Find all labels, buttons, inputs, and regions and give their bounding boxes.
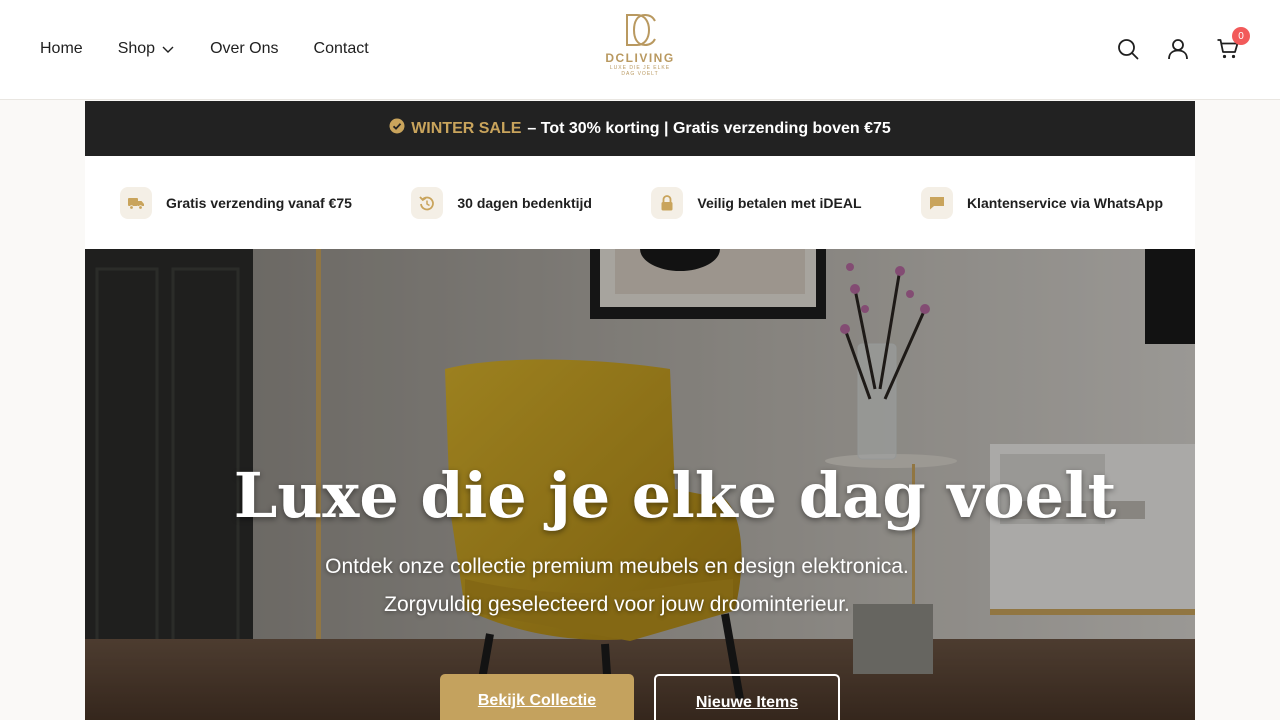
search-icon: [1118, 39, 1139, 60]
site-header: Home Shop Over Ons Contact DCLIVING LUXE…: [0, 0, 1280, 100]
features-bar: Gratis verzending vanaf €75 30 dagen bed…: [85, 156, 1195, 249]
account-icon: [1168, 39, 1188, 60]
feature-shipping-label: Gratis verzending vanaf €75: [166, 194, 352, 211]
truck-icon: [120, 186, 152, 219]
search-button[interactable]: [1116, 37, 1140, 61]
check-circle-icon: [389, 118, 405, 133]
logo-tagline: LUXE DIE JE ELKE DAG VOELT: [609, 65, 671, 77]
view-collection-button[interactable]: Bekijk Collectie: [440, 674, 634, 720]
feature-support: Klantenservice via WhatsApp: [920, 186, 1163, 219]
feature-returns: 30 dagen bedenktijd: [411, 186, 592, 219]
cart-button[interactable]: 0: [1216, 27, 1250, 61]
nav-contact-label: Contact: [313, 40, 369, 57]
sale-highlight: WINTER SALE: [411, 119, 522, 137]
sale-text: – Tot 30% korting | Gratis verzending bo…: [527, 119, 891, 137]
hero-subtitle-line1: Ontdek onze collectie premium meubels en…: [325, 555, 909, 578]
sale-banner: WINTER SALE – Tot 30% korting | Gratis v…: [85, 101, 1195, 156]
feature-payment: Veilig betalen met iDEAL: [651, 186, 862, 219]
header-icons: 0: [1116, 0, 1250, 98]
lock-icon: [651, 186, 684, 219]
feature-payment-label: Veilig betalen met iDEAL: [697, 194, 862, 211]
nav-shop-label: Shop: [117, 40, 156, 57]
nav-home[interactable]: Home: [40, 40, 83, 58]
nav-home-label: Home: [40, 40, 83, 57]
nav-over-ons-label: Over Ons: [210, 40, 279, 57]
chat-icon: [920, 186, 953, 219]
logo-name: DCLIVING: [605, 51, 675, 65]
cart-count-badge: 0: [1232, 27, 1250, 45]
hero-subtitle-line2: Zorgvuldig geselecteerd voor jouw droomi…: [384, 593, 850, 616]
return-icon: [411, 186, 444, 219]
logo-mark-icon: [626, 13, 656, 47]
site-logo[interactable]: DCLIVING LUXE DIE JE ELKE DAG VOELT: [590, 12, 690, 88]
hero-title: Luxe die je elke dag voelt: [233, 459, 1117, 532]
new-items-button[interactable]: Nieuwe Items: [654, 674, 840, 720]
chevron-down-icon: [162, 46, 174, 53]
feature-shipping: Gratis verzending vanaf €75: [120, 186, 352, 219]
hero-section: Luxe die je elke dag voelt Ontdek onze c…: [85, 249, 1195, 720]
main-nav: Home Shop Over Ons Contact: [40, 0, 369, 98]
nav-over-ons[interactable]: Over Ons: [210, 40, 278, 58]
nav-shop[interactable]: Shop: [118, 40, 175, 58]
nav-contact[interactable]: Contact: [314, 40, 369, 58]
feature-support-label: Klantenservice via WhatsApp: [966, 194, 1163, 211]
feature-returns-label: 30 dagen bedenktijd: [457, 194, 592, 211]
account-button[interactable]: [1166, 37, 1190, 61]
